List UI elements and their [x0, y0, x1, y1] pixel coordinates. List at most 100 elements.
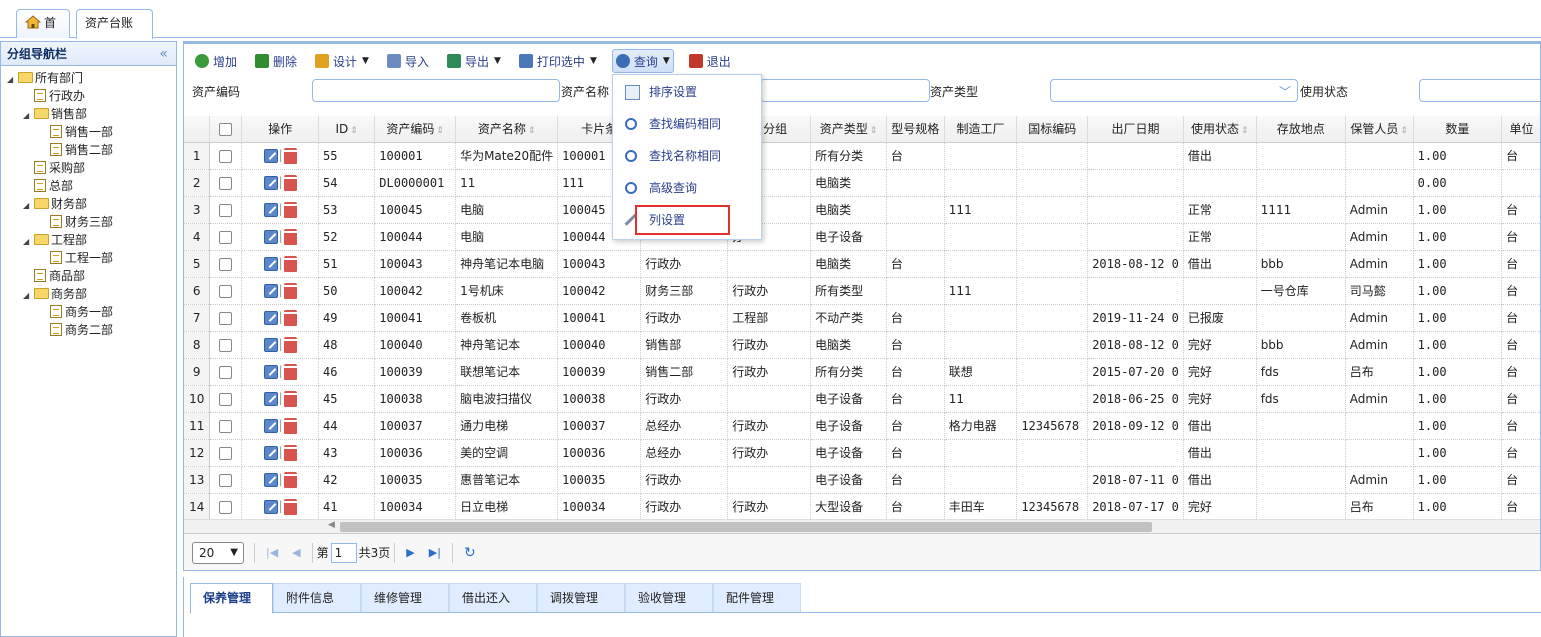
edit-icon[interactable] — [263, 499, 278, 514]
table-row[interactable]: 1|55100001华为Mate20配件100001部门所有分类台借出1.00台 — [184, 142, 1540, 170]
column-header-date[interactable]: 出厂日期 — [1087, 116, 1184, 143]
use-status-select[interactable] — [1419, 79, 1540, 102]
prev-page-button[interactable]: ◀ — [292, 546, 300, 559]
row-checkbox[interactable] — [219, 446, 233, 460]
row-checkbox[interactable] — [219, 338, 233, 352]
detail-tab[interactable]: 维修管理 — [361, 583, 449, 612]
detail-tab[interactable]: 验收管理 — [625, 583, 713, 612]
edit-icon[interactable] — [263, 256, 278, 271]
table-row[interactable]: 10 | 45 100038 脑电波扫描仪 100038 行政办 电子设备台 11 2018-06… — [184, 385, 1540, 413]
refresh-button[interactable]: ↻ — [464, 545, 476, 561]
table-row[interactable]: 5 | 51 100043 神舟笔记本电脑 100043 行政办 电脑类台 2018-08-12… — [184, 250, 1540, 278]
export-button[interactable]: 导出 ▼ — [444, 49, 504, 73]
query-button[interactable]: 查询 ▼ — [611, 49, 674, 73]
tab-home[interactable]: 首页 — [16, 9, 70, 57]
column-header-code[interactable]: 资产编码 ⇕ — [374, 116, 457, 143]
tree-node[interactable]: 销售一部 — [1, 123, 176, 141]
column-header-type[interactable]: 资产类型 ⇕ — [810, 116, 887, 143]
row-checkbox[interactable] — [219, 365, 233, 379]
page-size-select[interactable]: 20 ▼ — [192, 541, 244, 564]
row-checkbox[interactable] — [219, 149, 233, 163]
column-header-ops[interactable]: 操作 — [241, 116, 320, 143]
row-checkbox[interactable] — [219, 392, 233, 406]
sort-icon[interactable]: ⇕ — [436, 126, 444, 136]
column-header-maker[interactable]: 制造工厂 — [944, 116, 1018, 143]
select-all-checkbox[interactable] — [219, 122, 233, 136]
tree-node[interactable]: 财务三部 — [1, 213, 176, 231]
row-checkbox[interactable] — [219, 203, 233, 217]
row-checkbox[interactable] — [219, 176, 233, 190]
import-button[interactable]: 导入 — [384, 49, 432, 73]
edit-icon[interactable] — [263, 337, 278, 352]
column-header-keeper[interactable]: 保管人员 ⇕ — [1345, 116, 1414, 143]
scroll-left-icon[interactable]: ◀ — [328, 520, 335, 530]
detail-tab[interactable]: 保养管理 — [190, 583, 273, 614]
row-checkbox[interactable] — [219, 311, 233, 325]
edit-icon[interactable] — [263, 202, 278, 217]
delete-icon[interactable] — [282, 363, 298, 380]
table-row[interactable]: 11 | 44 100037 通力电梯 100037 总经办 行政办 电子设备台格力电器 1234… — [184, 412, 1540, 440]
delete-icon[interactable] — [282, 444, 298, 461]
delete-icon[interactable] — [282, 228, 298, 245]
query-menu-item[interactable]: 高级查询 — [613, 173, 761, 203]
column-header-location[interactable]: 存放地点 — [1256, 116, 1346, 143]
tree-node[interactable]: 工程一部 — [1, 249, 176, 267]
table-row[interactable]: 13 | 42 100035 惠普笔记本 100035 行政办 电子设备台 2018-07-11… — [184, 466, 1540, 494]
edit-icon[interactable] — [263, 391, 278, 406]
column-header-unit[interactable]: 单位 — [1501, 116, 1540, 143]
first-page-button[interactable]: |◀ — [266, 546, 278, 559]
delete-icon[interactable] — [282, 201, 298, 218]
detail-tab[interactable]: 配件管理 — [713, 583, 801, 612]
edit-icon[interactable] — [263, 472, 278, 487]
row-checkbox[interactable] — [219, 257, 233, 271]
sort-icon[interactable]: ⇕ — [1241, 126, 1249, 136]
last-page-button[interactable]: ▶| — [429, 546, 441, 559]
table-row[interactable]: 4|52100044电脑100044办电子设备正常Admin1.00台 — [184, 223, 1540, 251]
edit-icon[interactable] — [263, 445, 278, 460]
tree-node[interactable]: 销售二部 — [1, 141, 176, 159]
edit-icon[interactable] — [263, 175, 278, 190]
asset-name-input[interactable] — [760, 79, 930, 102]
detail-tab[interactable]: 调拨管理 — [537, 583, 625, 612]
column-header-natcode[interactable]: 国标编码 — [1016, 116, 1089, 143]
query-menu-item[interactable]: 排序设置 — [613, 77, 761, 107]
tree-node[interactable]: 采购部 — [1, 159, 176, 177]
table-row[interactable]: 8 | 48 100040 神舟笔记本 100040 销售部 行政办 电脑类台 2018-08-1… — [184, 331, 1540, 359]
row-checkbox[interactable] — [219, 473, 233, 487]
column-header-name[interactable]: 资产名称 ⇕ — [455, 116, 559, 143]
collapse-icon[interactable]: « — [159, 42, 168, 66]
tree-node[interactable]: ◢ 财务部 — [1, 195, 176, 213]
edit-icon[interactable] — [263, 418, 278, 433]
query-menu-item[interactable]: 查找名称相同 — [613, 141, 761, 171]
edit-icon[interactable] — [263, 283, 278, 298]
tree-node[interactable]: ◢ 所有部门 — [1, 69, 176, 87]
design-button[interactable]: 设计 ▼ — [312, 49, 372, 73]
sort-icon[interactable]: ⇕ — [870, 126, 878, 136]
edit-icon[interactable] — [263, 310, 278, 325]
delete-icon[interactable] — [282, 174, 298, 191]
tree-node[interactable]: 行政办 — [1, 87, 176, 105]
tree-node[interactable]: ◢ 商务部 — [1, 285, 176, 303]
delete-icon[interactable] — [282, 390, 298, 407]
asset-type-select[interactable]: ﹀ — [1050, 79, 1298, 102]
delete-icon[interactable] — [282, 282, 298, 299]
sort-icon[interactable]: ⇕ — [528, 126, 536, 136]
tree-node[interactable]: ◢ 销售部 — [1, 105, 176, 123]
tree-node[interactable]: 商品部 — [1, 267, 176, 285]
delete-button[interactable]: 删除 — [252, 49, 300, 73]
column-header-spec[interactable]: 型号规格 — [886, 116, 945, 143]
table-row[interactable]: 2|54DL000000111111办电脑类0.00 — [184, 169, 1540, 197]
exit-button[interactable]: 退出 — [686, 49, 734, 73]
print-button[interactable]: 打印选中 ▼ — [516, 49, 600, 73]
detail-tab[interactable]: 附件信息 — [273, 583, 361, 612]
edit-icon[interactable] — [263, 364, 278, 379]
row-checkbox[interactable] — [219, 419, 233, 433]
table-row[interactable]: 14 | 41 100034 日立电梯 100034 行政办 行政办 大型设备台丰田车 12345… — [184, 493, 1540, 521]
horizontal-scrollbar[interactable]: ◀ — [184, 519, 1540, 533]
tree-node[interactable]: 商务一部 — [1, 303, 176, 321]
sort-icon[interactable]: ⇕ — [350, 126, 358, 136]
tree-node[interactable]: 总部 — [1, 177, 176, 195]
delete-icon[interactable] — [282, 471, 298, 488]
table-row[interactable]: 7 | 49 100041 卷板机 100041 行政办 工程部 不动产类台 2019-11-24… — [184, 304, 1540, 332]
column-header-qty[interactable]: 数量 — [1413, 116, 1503, 143]
